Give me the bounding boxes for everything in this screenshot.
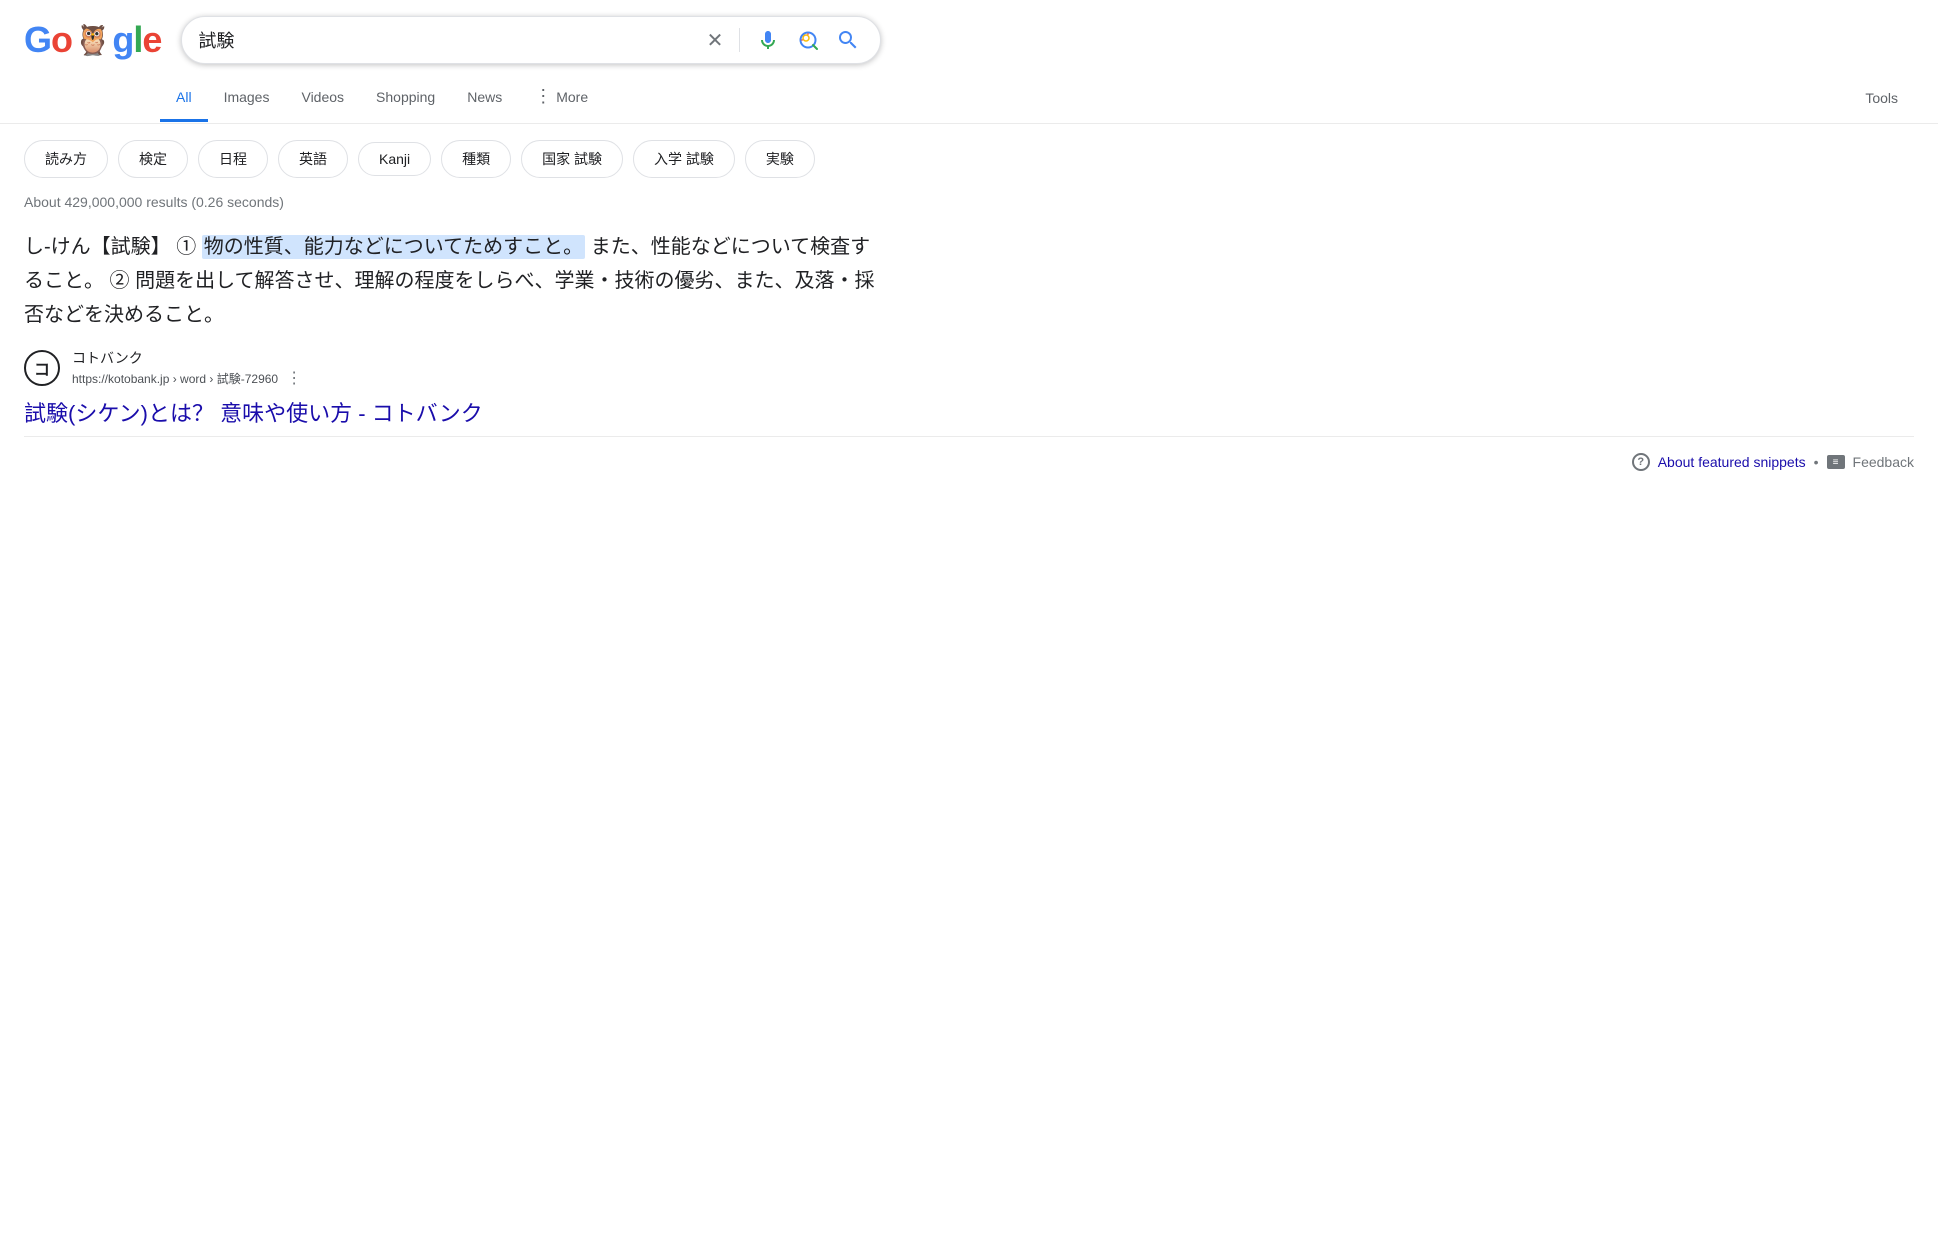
search-button[interactable] [832,24,864,56]
search-input[interactable]: 試験 [198,30,694,51]
nav-tabs: All Images Videos Shopping News ⋮ More T… [0,72,1938,124]
logo-o1: o [51,19,72,61]
result-title-link[interactable]: 試験(シケン)とは？ 意味や使い方 - コトバンク [24,396,884,428]
feedback-button[interactable]: Feedback [1853,454,1914,470]
feedback-icon: ≡ [1827,455,1845,469]
source-name: コトバンク [72,348,302,368]
footer-row: ? About featured snippets • ≡ Feedback [0,445,1938,479]
snippet-text: し‐けん【試験】 ① 物の性質、能力などについてためすこと。 また、性能などにつ… [24,230,884,332]
logo-g2: g [112,19,133,61]
tab-more[interactable]: ⋮ More [518,72,604,124]
source-url: https://kotobank.jp › word › 試験-72960 [72,370,278,387]
chip-4[interactable]: Kanji [358,142,431,176]
search-bar: 試験 ✕ [181,16,881,64]
search-magnifier-icon [836,28,860,52]
voice-search-button[interactable] [752,24,784,56]
search-divider [739,28,740,52]
logo-l: l [133,19,142,61]
lens-icon [796,28,820,52]
results-info: About 429,000,000 results (0.26 seconds) [0,190,1938,222]
chip-1[interactable]: 検定 [118,140,188,178]
chip-6[interactable]: 国家 試験 [521,140,623,178]
header: G o 🦉 g l e 試験 ✕ [0,0,1938,64]
source-more-button[interactable]: ⋮ [286,368,302,388]
chips-row: 読み方 検定 日程 英語 Kanji 種類 国家 試験 入学 試験 実験 [0,124,1938,190]
snippet-text-highlighted: 物の性質、能力などについてためすこと。 [202,235,585,259]
about-snippets-link[interactable]: About featured snippets [1658,454,1806,470]
featured-snippet: し‐けん【試験】 ① 物の性質、能力などについてためすこと。 また、性能などにつ… [24,230,884,332]
section-divider [24,436,1914,437]
search-bar-container: 試験 ✕ [181,16,881,64]
logo-owl-decoration: 🦉 [74,23,110,58]
chip-8[interactable]: 実験 [745,140,815,178]
tab-news[interactable]: News [451,75,518,122]
logo-g: G [24,19,51,61]
logo-e: e [142,19,161,61]
logo-area: G o 🦉 g l e [24,19,161,61]
chip-0[interactable]: 読み方 [24,140,108,178]
chip-3[interactable]: 英語 [278,140,348,178]
chip-2[interactable]: 日程 [198,140,268,178]
source-meta: コトバンク https://kotobank.jp › word › 試験-72… [72,348,302,388]
clear-button[interactable]: ✕ [703,24,728,57]
source-row: コ コトバンク https://kotobank.jp › word › 試験-… [24,348,1914,388]
lens-search-button[interactable] [792,24,824,56]
tab-all[interactable]: All [160,75,208,122]
clear-icon: ✕ [707,28,724,53]
chip-5[interactable]: 種類 [441,140,511,178]
source-url-row: https://kotobank.jp › word › 試験-72960 ⋮ [72,368,302,388]
source-icon: コ [24,350,60,386]
footer-dot: • [1814,454,1819,470]
more-dots-icon: ⋮ [534,86,552,107]
chip-7[interactable]: 入学 試験 [633,140,735,178]
tab-shopping[interactable]: Shopping [360,75,451,122]
feedback-label: Feedback [1853,454,1914,470]
snippet-text-before: し‐けん【試験】 ① [24,236,202,258]
microphone-icon [756,28,780,52]
tab-videos[interactable]: Videos [285,75,360,122]
tools-tab[interactable]: Tools [1849,76,1914,120]
tab-images[interactable]: Images [208,75,286,122]
google-logo[interactable]: G o 🦉 g l e [24,19,161,61]
help-icon: ? [1632,453,1650,471]
